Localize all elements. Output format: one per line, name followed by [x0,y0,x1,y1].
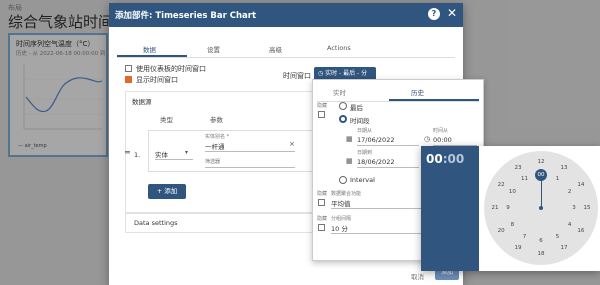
alias-underline [205,151,295,152]
time-window-button-label: 实时 - 最后 - 分 [325,70,368,77]
date-to-input[interactable]: 18/06/2022 [357,158,394,166]
type-underline [155,159,193,160]
time-from-label: 时间从 [433,128,449,134]
alias-label: 实体别名 * [205,134,230,140]
clock-outer-13[interactable]: 13 [557,163,571,173]
filter-underline [205,167,295,168]
group-label: 分组间隔 [331,216,352,222]
tab-advanced[interactable]: 高级 [269,44,282,54]
clock-inner-6[interactable]: 6 [534,236,548,246]
hour-display[interactable]: 00 [426,152,443,166]
hide-agg-checkbox[interactable] [318,199,325,206]
clock-inner-4[interactable]: 4 [563,220,577,230]
row-number: 1. [134,151,141,159]
hide-group-label: 隐藏 [317,216,328,222]
clock-inner-11[interactable]: 11 [518,174,532,184]
hide-label: 隐藏 [317,103,328,109]
group-underline [331,233,421,234]
clock-inner-00[interactable]: 00 [535,169,547,181]
show-window-label: 显示时间窗口 [136,76,178,84]
clock-inner-5[interactable]: 5 [551,232,565,242]
filter-input[interactable]: 筛选器 [205,158,220,165]
time-from-input[interactable]: 00:00 [433,136,452,144]
last-radio[interactable] [339,102,347,110]
hide-group-checkbox[interactable] [318,224,325,231]
tab-divider [117,57,455,58]
drag-handle-icon[interactable]: ═ [125,148,130,157]
dialog-header: 添加部件: Timeseries Bar Chart ? ✕ [109,3,463,27]
clock-outer-15[interactable]: 15 [580,203,594,213]
add-datasource-button[interactable]: + 添加 [148,184,186,199]
time-window-label: 时间窗口 [283,72,311,80]
agg-select[interactable]: 平均值 [331,198,351,208]
datasource-panel: 数据源 类型 参数 ═ 1. 实体 ▾ 实体别名 * 一杆通 × 筛选器 = +… [125,91,340,213]
minute-display[interactable]: 00 [448,152,465,166]
clock-inner-1[interactable]: 1 [551,174,565,184]
help-icon[interactable]: ? [428,8,440,20]
clock-inner-8[interactable]: 8 [505,220,519,230]
date-from-label: 日期从 [357,128,373,134]
tab-actions[interactable]: Actions [327,44,351,52]
type-select[interactable]: 实体 [155,149,168,159]
clock-picker: 00:00 12 13 14 15 16 17 18 19 20 21 22 23 00 1 2 3 4 5 6 7 8… [421,146,600,271]
clock-center [539,206,543,210]
datasource-title: 数据源 [132,98,152,106]
tab-data[interactable]: 数据 [143,44,156,54]
clock-inner-7[interactable]: 7 [518,232,532,242]
agg-label: 数据聚合功能 [331,191,362,197]
tab-settings[interactable]: 设置 [207,44,220,54]
date-from-underline [357,145,419,146]
period-label: 时间段 [350,117,370,125]
date-to-label: 日期到 [357,150,373,156]
dialog-title: 添加部件: Timeseries Bar Chart [115,11,257,21]
clock-icon: ◷ [318,70,324,77]
calendar-icon[interactable]: ▦ [346,135,353,143]
last-label: 最后 [350,104,363,112]
hide-checkbox[interactable] [318,111,325,118]
clock-outer-18[interactable]: 18 [534,249,548,259]
col-params-header: 参数 [210,116,223,124]
use-dashboard-window-checkbox[interactable] [125,65,132,72]
clock-inner-10[interactable]: 10 [505,187,519,197]
data-settings-label: Data settings [134,219,178,227]
close-icon[interactable]: ✕ [447,6,457,20]
clock-inner-3[interactable]: 3 [567,203,581,213]
clock-outer-23[interactable]: 23 [511,163,525,173]
clock-inner-9[interactable]: 9 [501,203,515,213]
use-dashboard-window-label: 使用仪表板的时间窗口 [136,65,206,73]
clock-header: 00:00 [421,146,479,271]
cancel-button[interactable]: 取消 [411,271,424,281]
show-window-checkbox[interactable] [125,76,132,83]
period-radio[interactable] [339,115,347,123]
data-settings-panel[interactable]: Data settings [125,213,337,233]
date-to-underline [357,167,419,168]
col-type-header: 类型 [160,116,173,124]
clock-face[interactable]: 12 13 14 15 16 17 18 19 20 21 22 23 00 1 2 3 4 5 6 7 8 9 10 11 [484,151,598,265]
group-select[interactable]: 10 分 [331,223,348,233]
clock-time-display: 00:00 [426,152,464,166]
alias-input[interactable]: 一杆通 [205,141,225,151]
date-from-input[interactable]: 17/06/2022 [357,136,394,144]
interval-radio[interactable] [339,176,347,184]
tab-realtime[interactable]: 实时 [333,87,346,97]
tab-history[interactable]: 历史 [411,87,424,97]
clock-outer-12[interactable]: 12 [534,157,548,167]
hide-agg-label: 隐藏 [317,191,328,197]
clear-icon[interactable]: × [289,140,295,148]
calendar-icon[interactable]: ▦ [346,157,353,165]
interval-label: Interval [350,176,375,184]
clock-outer-17[interactable]: 17 [557,243,571,253]
clock-outer-21[interactable]: 21 [488,203,502,213]
agg-underline [331,208,421,209]
clock-icon[interactable]: ◷ [424,135,430,143]
clock-outer-19[interactable]: 19 [511,243,525,253]
chevron-down-icon[interactable]: ▾ [185,149,188,156]
clock-inner-2[interactable]: 2 [563,187,577,197]
add-datasource-label: 添加 [164,187,178,195]
